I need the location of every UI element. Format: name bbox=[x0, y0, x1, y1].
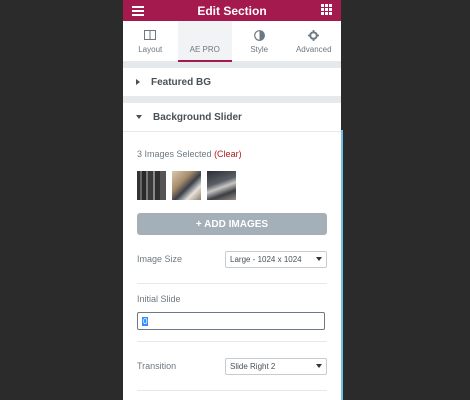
images-selected-status: 3 Images Selected (Clear) bbox=[137, 149, 327, 159]
half-circle-icon bbox=[253, 29, 265, 42]
editor-panel: Edit Section Layout AE PRO Style Advance… bbox=[123, 0, 341, 400]
images-selected-text: 3 Images Selected bbox=[137, 149, 212, 159]
chevron-down-icon bbox=[316, 364, 322, 368]
image-size-select[interactable]: Large - 1024 x 1024 bbox=[225, 250, 327, 268]
image-size-control: Image Size Large - 1024 x 1024 bbox=[137, 235, 327, 284]
image-thumbnails bbox=[137, 171, 327, 200]
panel-header: Edit Section bbox=[123, 0, 341, 21]
layout-icon bbox=[144, 29, 157, 42]
section-title: Featured BG bbox=[151, 76, 212, 88]
tab-label: Advanced bbox=[295, 44, 332, 54]
select-value: Slide Right 2 bbox=[230, 361, 276, 371]
tab-advanced[interactable]: Advanced bbox=[287, 21, 342, 61]
caret-down-icon bbox=[136, 115, 142, 119]
select-value: Large - 1024 x 1024 bbox=[230, 254, 302, 264]
panel-tabs: Layout AE PRO Style Advanced bbox=[123, 21, 341, 62]
widgets-grid-icon[interactable] bbox=[321, 4, 332, 15]
tab-label: AE PRO bbox=[189, 44, 220, 54]
initial-slide-input[interactable]: 0 bbox=[137, 312, 325, 330]
transition-control: Transition Slide Right 2 bbox=[137, 342, 327, 391]
tab-style[interactable]: Style bbox=[232, 21, 287, 61]
panel-scrollbar[interactable] bbox=[341, 130, 343, 400]
background-slider-controls: 3 Images Selected (Clear) + ADD IMAGES I… bbox=[123, 149, 341, 391]
clear-link[interactable]: (Clear) bbox=[214, 149, 242, 159]
section-title: Background Slider bbox=[153, 111, 242, 123]
initial-slide-control: Initial Slide 0 bbox=[137, 284, 327, 342]
input-value: 0 bbox=[142, 316, 149, 326]
caret-right-icon bbox=[136, 79, 140, 85]
transition-select[interactable]: Slide Right 2 bbox=[225, 357, 327, 375]
section-featured-bg[interactable]: Featured BG bbox=[123, 68, 341, 97]
tab-layout[interactable]: Layout bbox=[123, 21, 178, 61]
tab-ae-pro[interactable]: AE PRO bbox=[177, 21, 232, 62]
tab-label: Style bbox=[250, 44, 269, 54]
image-size-label: Image Size bbox=[137, 254, 183, 264]
gear-icon bbox=[308, 29, 320, 42]
add-images-button[interactable]: + ADD IMAGES bbox=[137, 213, 327, 235]
section-background-slider[interactable]: Background Slider bbox=[123, 103, 341, 132]
panel-title: Edit Section bbox=[197, 3, 267, 18]
tab-label: Layout bbox=[138, 44, 163, 54]
image-thumbnail[interactable] bbox=[137, 171, 166, 200]
menu-icon[interactable] bbox=[132, 4, 144, 16]
chevron-down-icon bbox=[316, 257, 322, 261]
image-thumbnail[interactable] bbox=[207, 171, 236, 200]
image-thumbnail[interactable] bbox=[172, 171, 201, 200]
transition-label: Transition bbox=[137, 361, 177, 371]
initial-slide-label: Initial Slide bbox=[137, 294, 181, 304]
